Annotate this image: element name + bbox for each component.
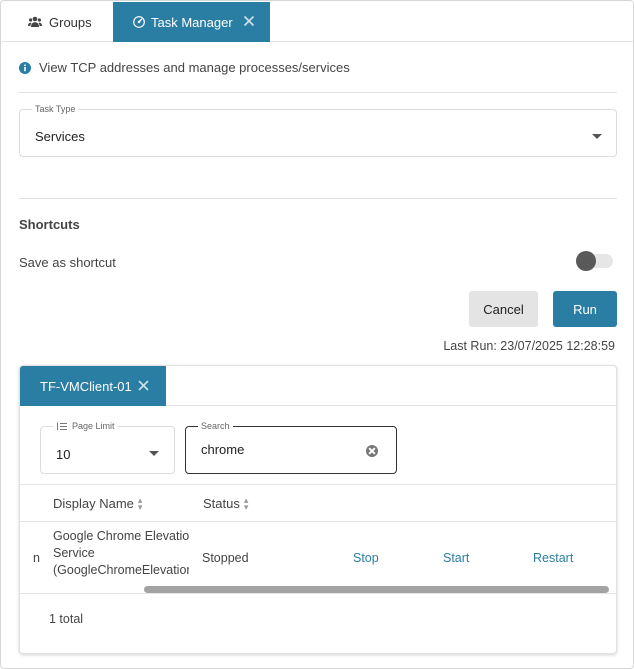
search-label: Search [198, 420, 233, 432]
sort-icon: ▴ ▾ [137, 494, 143, 512]
page-limit-legend: Page Limit [53, 420, 118, 432]
display-name-line: Google Chrome Elevatio [53, 529, 189, 543]
users-icon [28, 16, 42, 28]
run-button[interactable]: Run [553, 291, 617, 327]
restart-link[interactable]: Restart [533, 551, 573, 565]
tab-task-manager-label: Task Manager [151, 14, 233, 30]
tab-groups-label: Groups [49, 14, 92, 30]
truncated-cell: n [33, 551, 40, 565]
tab-groups[interactable]: Groups [12, 2, 112, 42]
info-icon [19, 61, 31, 74]
total-count: 1 total [49, 612, 84, 626]
list-numbered-icon [57, 422, 67, 430]
search-input[interactable] [201, 442, 361, 457]
table-row: n Google Chrome Elevatio Service (Google… [20, 522, 616, 594]
save-shortcut-toggle[interactable] [576, 251, 613, 271]
toggle-knob [576, 251, 596, 271]
save-shortcut-label: Save as shortcut [19, 255, 116, 270]
task-type-label: Task Type [32, 103, 79, 115]
results-tab-bar: TF-VMClient-01 [20, 366, 616, 406]
divider [19, 198, 617, 199]
close-icon[interactable] [242, 14, 256, 28]
start-link[interactable]: Start [443, 551, 469, 565]
column-display-name[interactable]: Display Name ▴ ▾ [53, 494, 143, 512]
services-table: Display Name ▴ ▾ Status ▴ ▾ n Google Chrom… [20, 484, 616, 594]
gauge-icon [133, 16, 145, 28]
tab-task-manager[interactable]: Task Manager [113, 2, 270, 42]
info-text: View TCP addresses and manage processes/… [39, 60, 350, 75]
tab-client[interactable]: TF-VMClient-01 [20, 366, 166, 406]
tab-client-label: TF-VMClient-01 [40, 378, 132, 394]
tab-bar: Groups Task Manager [2, 2, 633, 42]
divider [19, 92, 617, 93]
divider [20, 593, 616, 594]
display-name-line: (GoogleChromeElevation [53, 563, 189, 577]
task-type-select[interactable]: Task Type Services [19, 103, 617, 157]
column-status[interactable]: Status ▴ ▾ [203, 494, 249, 512]
display-name-cell: Google Chrome Elevatio Service (GoogleCh… [53, 528, 189, 579]
sort-icon: ▴ ▾ [243, 494, 249, 512]
column-display-name-label: Display Name [53, 496, 134, 511]
task-type-value: Services [35, 129, 85, 144]
last-run-timestamp: Last Run: 23/07/2025 12:28:59 [443, 339, 615, 353]
page-limit-select[interactable]: Page Limit 10 [40, 420, 175, 474]
page-limit-value: 10 [56, 447, 71, 462]
close-icon[interactable] [137, 379, 150, 392]
table-header: Display Name ▴ ▾ Status ▴ ▾ [20, 484, 616, 522]
horizontal-scrollbar[interactable] [144, 586, 609, 593]
status-cell: Stopped [202, 551, 249, 565]
display-name-line: Service [53, 546, 95, 560]
chevron-down-icon [149, 451, 159, 456]
stop-link[interactable]: Stop [353, 551, 379, 565]
results-card: TF-VMClient-01 Page Limit 10 Search chro… [19, 365, 617, 654]
column-status-label: Status [203, 496, 240, 511]
task-manager-panel: Groups Task Manager View TCP addresses a… [0, 0, 634, 669]
cancel-button[interactable]: Cancel [469, 291, 538, 327]
shortcuts-heading: Shortcuts [19, 217, 80, 232]
clear-search-icon[interactable] [366, 445, 378, 457]
search-field[interactable]: Search [185, 420, 397, 474]
info-message: View TCP addresses and manage processes/… [19, 60, 350, 75]
page-limit-label: Page Limit [72, 421, 115, 431]
chevron-down-icon [592, 134, 602, 139]
